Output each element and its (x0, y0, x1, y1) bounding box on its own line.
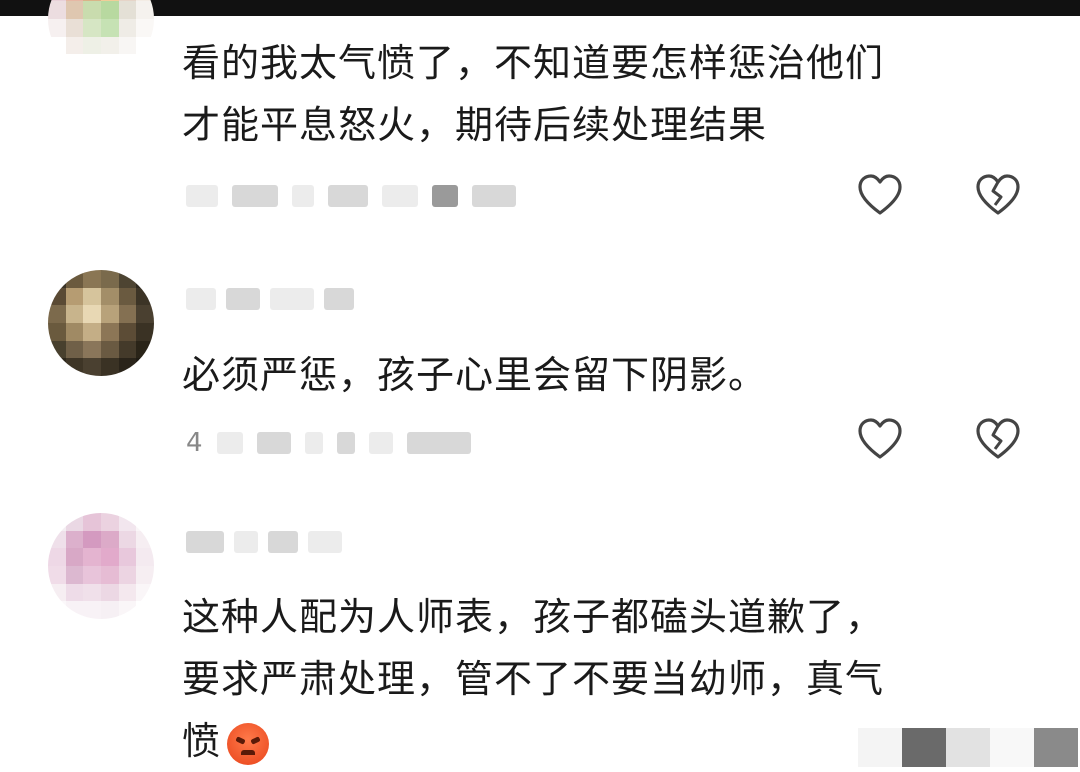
avatar[interactable] (48, 0, 154, 72)
like-button[interactable] (855, 171, 905, 221)
heart-outline-icon (858, 418, 902, 459)
broken-heart-icon (976, 418, 1020, 459)
comment-text-line: 要求严肃处理，管不了不要当幼师，真气 (182, 657, 885, 701)
avatar[interactable] (48, 270, 154, 376)
comment-meta-text: 4 (186, 428, 203, 458)
comment-text-line: 这种人配为人师表，孩子都磕头道歉了， (182, 595, 885, 639)
broken-heart-icon (976, 174, 1020, 215)
blurred-watermark (858, 728, 1078, 767)
heart-outline-icon (858, 174, 902, 215)
username[interactable] (186, 527, 342, 557)
comment-text-line: 才能平息怒火，期待后续处理结果 (182, 103, 768, 147)
top-status-bar (0, 0, 1080, 16)
like-button[interactable] (855, 415, 905, 465)
avatar[interactable] (48, 513, 154, 619)
comment-text: 必须严惩，孩子心里会留下阴影。 (182, 353, 768, 397)
comment-text: 看的我太气愤了，不知道要怎样惩治他们 才能平息怒火，期待后续处理结果 (182, 32, 1012, 156)
comment-text-line: 看的我太气愤了，不知道要怎样惩治他们 (182, 41, 885, 85)
dislike-button[interactable] (973, 415, 1023, 465)
angry-face-emoji-icon (227, 722, 270, 765)
comment-meta (186, 179, 516, 213)
username[interactable] (186, 284, 354, 314)
comment-meta: 4 (186, 426, 471, 460)
dislike-button[interactable] (973, 171, 1023, 221)
